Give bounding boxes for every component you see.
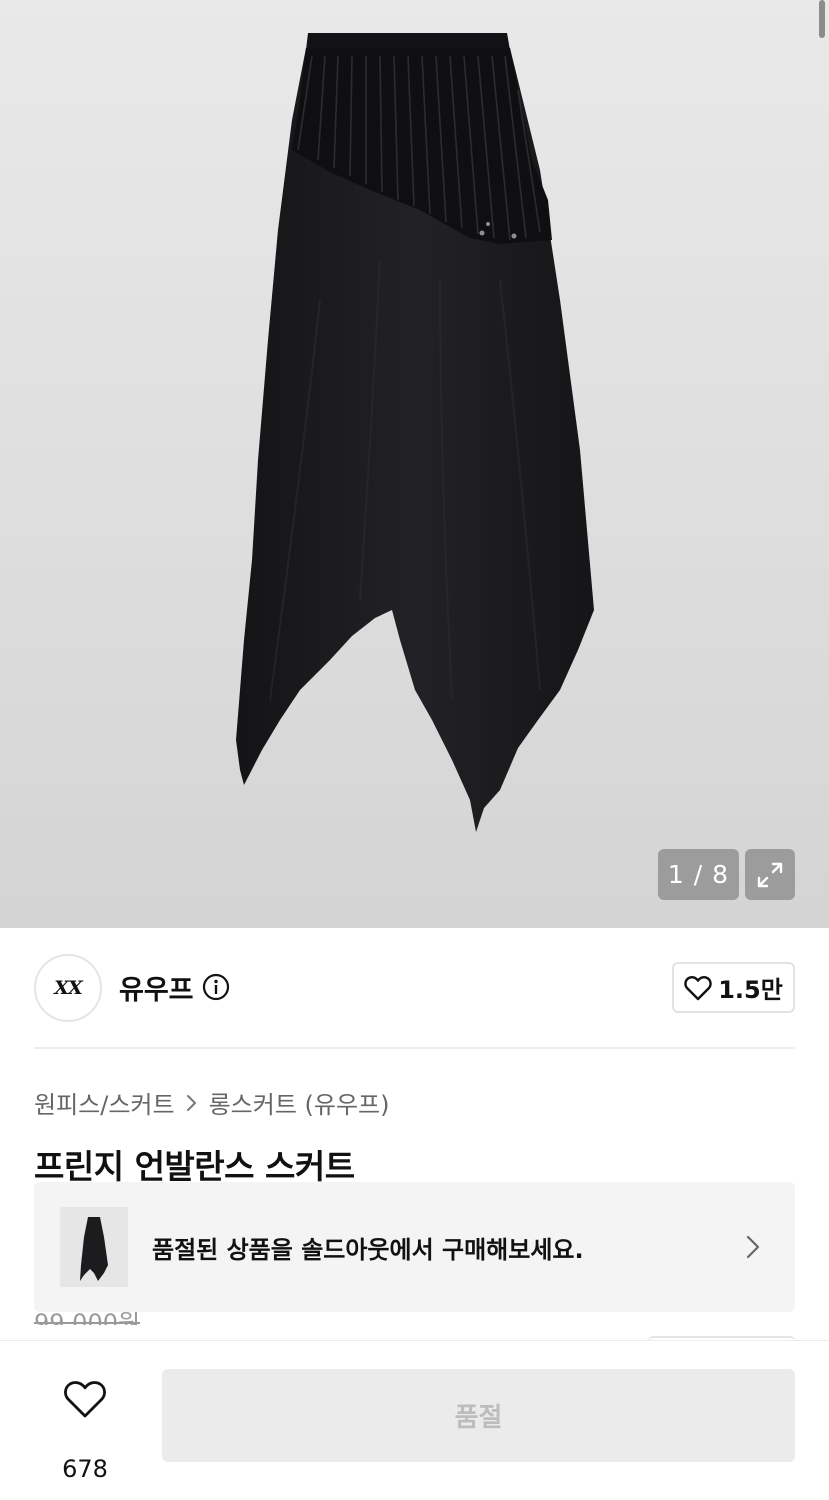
bottom-action-bar: 678 품절: [0, 1340, 829, 1500]
breadcrumb: 원피스/스커트 롱스커트 (유우프): [34, 1085, 390, 1120]
banner-thumbnail: [60, 1207, 128, 1287]
brand-row: XX 유우프 1.5만: [34, 954, 795, 1022]
chevron-right-icon: [746, 1235, 760, 1259]
brand-like-count: 1.5만: [718, 976, 783, 1004]
heart-icon: [684, 975, 712, 1000]
wishlist-button[interactable]: 678: [46, 1373, 124, 1483]
chevron-right-icon: [186, 1094, 196, 1111]
brand-like-button[interactable]: 1.5만: [672, 962, 795, 1013]
soldout-button[interactable]: 품절: [162, 1369, 795, 1462]
soldout-banner-text: 품절된 상품을 솔드아웃에서 구매해보세요.: [152, 1236, 584, 1264]
expand-icon: [757, 862, 783, 887]
image-counter: 1 / 8: [658, 849, 739, 900]
product-title: 프린지 언발란스 스커트: [34, 1147, 355, 1186]
brand-name[interactable]: 유우프: [119, 968, 194, 1007]
wishlist-count: 678: [62, 1455, 108, 1483]
divider: [34, 1047, 795, 1049]
product-image-gallery[interactable]: 1 / 8: [0, 0, 829, 928]
scrollbar-thumb[interactable]: [819, 0, 825, 38]
product-image: [236, 33, 594, 832]
heart-icon: [64, 1381, 106, 1418]
brand-logo-text: XX: [54, 977, 83, 999]
breadcrumb-subcategory[interactable]: 롱스커트 (유우프): [209, 1085, 390, 1120]
breadcrumb-category[interactable]: 원피스/스커트: [34, 1085, 175, 1120]
info-icon[interactable]: [202, 973, 230, 1001]
soldout-banner[interactable]: 품절된 상품을 솔드아웃에서 구매해보세요.: [34, 1182, 795, 1312]
brand-logo[interactable]: XX: [34, 954, 102, 1022]
expand-image-button[interactable]: [745, 849, 795, 900]
